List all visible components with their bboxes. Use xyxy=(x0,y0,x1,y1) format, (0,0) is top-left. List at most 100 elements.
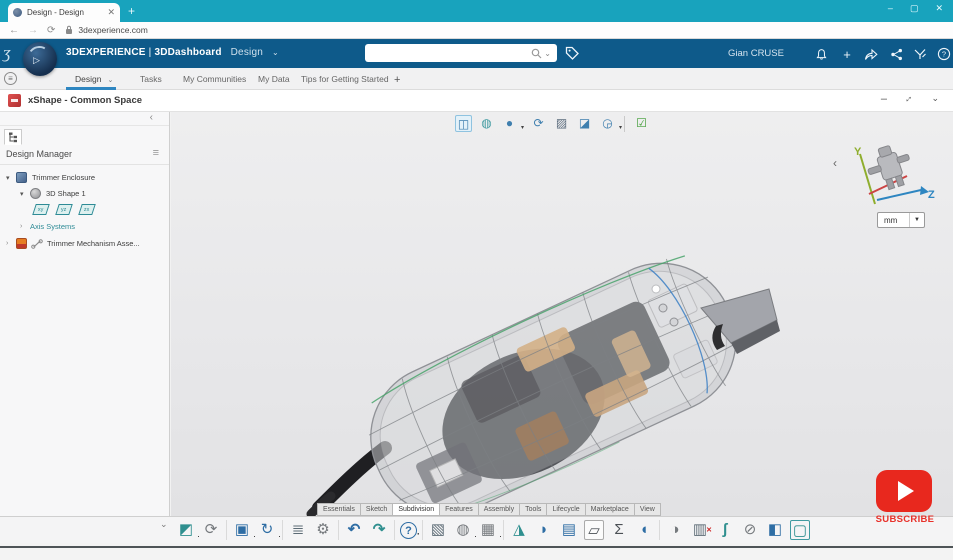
back-icon[interactable]: ← xyxy=(9,25,19,36)
tab-features[interactable]: Features xyxy=(440,503,479,516)
widget-expand-icon[interactable]: ↔ xyxy=(901,91,916,106)
forward-icon[interactable]: → xyxy=(28,25,38,36)
app-title-bar: xShape - Common Space – ↔ ⌄ xyxy=(0,90,953,112)
3dplay-icon[interactable] xyxy=(911,45,929,63)
tab-my-communities[interactable]: My Communities xyxy=(183,74,246,84)
dassault-logo: ʒ xyxy=(3,43,11,62)
update-icon[interactable]: ↻ · xyxy=(257,520,281,541)
browser-tab[interactable]: Design - Design ✕ xyxy=(8,3,120,22)
user-name[interactable]: Gian CRUSE xyxy=(728,48,784,59)
redo-icon[interactable]: ↷ xyxy=(369,520,389,540)
expander-icon[interactable]: › xyxy=(20,223,30,230)
blade-cut-icon[interactable]: ʃ xyxy=(715,520,735,540)
tab-lifecycle[interactable]: Lifecycle xyxy=(547,503,586,516)
global-search-input[interactable] xyxy=(365,48,532,58)
sphere-cage-icon[interactable]: ◍ · xyxy=(453,520,477,541)
extrude-icon[interactable]: Σ xyxy=(609,520,629,540)
tab-sketch[interactable]: Sketch xyxy=(360,503,394,516)
help-icon[interactable]: ? · xyxy=(400,522,420,539)
widget-minimize-icon[interactable]: – xyxy=(881,93,887,105)
expander-icon[interactable]: ▾ xyxy=(20,190,30,198)
bend-surface-icon[interactable]: ◖ xyxy=(634,520,654,540)
cage-frame-icon[interactable]: ▢ xyxy=(790,520,810,540)
shape-blob-icon xyxy=(30,188,41,199)
design-manager-panel: ‹ Design Manager ≡ ▾ Trimmer Enclosure ▾… xyxy=(0,112,170,516)
apps-menu-icon[interactable]: ≡ xyxy=(4,72,17,85)
tab-subdivision[interactable]: Subdivision xyxy=(393,503,441,516)
tree-item-trimmer-enclosure[interactable]: ▾ Trimmer Enclosure xyxy=(6,172,95,183)
tab-my-data[interactable]: My Data xyxy=(258,74,290,84)
widget-menu-caret-icon[interactable]: ⌄ xyxy=(931,93,939,104)
trimmer-model[interactable] xyxy=(171,112,953,516)
undo-icon[interactable]: ↶ xyxy=(344,520,364,540)
window-maximize-button[interactable]: ▢ xyxy=(910,3,919,14)
tree-item-3d-shape[interactable]: ▾ 3D Shape 1 xyxy=(20,188,86,199)
3dcompass[interactable]: ▷ xyxy=(23,42,57,76)
compass-play-icon[interactable]: ▷ xyxy=(33,55,40,66)
save-icon[interactable]: ▣ · xyxy=(232,520,256,541)
add-tab-button[interactable]: + xyxy=(394,74,400,86)
tab-view[interactable]: View xyxy=(634,503,661,516)
tab-design-caret-icon[interactable]: ⌄ xyxy=(107,77,113,84)
properties-icon[interactable]: ≣ xyxy=(288,520,308,540)
sphere-tool-icon[interactable]: ◑ xyxy=(665,520,685,540)
tags-icon[interactable] xyxy=(565,46,580,61)
open-content-icon[interactable]: ⟳ xyxy=(201,520,221,540)
tab-essentials[interactable]: Essentials xyxy=(317,503,361,516)
expander-icon[interactable]: ▾ xyxy=(6,174,16,182)
new-tab-button[interactable]: + xyxy=(128,4,135,18)
plane-yz-icon[interactable]: yz xyxy=(55,204,73,215)
share-arrow-icon[interactable] xyxy=(862,45,880,63)
brand-3dexperience: 3DEXPERIENCE xyxy=(66,47,146,58)
plane-xy-icon[interactable]: xy xyxy=(32,204,50,215)
settings-gear-icon[interactable]: ⚙ xyxy=(313,520,333,540)
plane-zx-icon[interactable]: zx xyxy=(78,204,96,215)
search-icon[interactable] xyxy=(531,48,542,59)
tab-tasks[interactable]: Tasks xyxy=(140,74,162,84)
window-minimize-button[interactable]: – xyxy=(888,3,893,14)
patch-grid-icon[interactable]: ▤ xyxy=(559,520,579,540)
expander-icon[interactable]: › xyxy=(6,240,16,247)
tab-tips-getting-started[interactable]: Tips for Getting Started xyxy=(301,74,389,84)
tree-item-axis-systems[interactable]: › Axis Systems xyxy=(20,222,75,231)
product-cube-icon xyxy=(16,172,27,183)
design-manager-title: Design Manager xyxy=(6,149,73,159)
share-network-icon[interactable] xyxy=(887,45,905,63)
url-text[interactable]: 3dexperience.com xyxy=(78,25,147,35)
grid-plane-icon[interactable]: ▦ · xyxy=(478,520,502,541)
app-title: xShape - Common Space xyxy=(28,95,143,106)
design-manager-menu-icon[interactable]: ≡ xyxy=(153,147,159,159)
favicon xyxy=(13,8,22,17)
add-icon[interactable]: + xyxy=(838,45,856,63)
delete-face-icon[interactable]: ▥ ✕ xyxy=(690,520,712,540)
curved-surface-icon[interactable]: ◗ xyxy=(534,520,554,540)
new-content-icon[interactable]: ◩ · xyxy=(176,520,200,541)
split-face-icon[interactable]: ◧ xyxy=(765,520,785,540)
youtube-play-button[interactable] xyxy=(876,470,932,512)
window-close-button[interactable]: ✕ xyxy=(935,3,943,14)
context-caret-icon[interactable]: ⌄ xyxy=(272,48,279,57)
reload-icon[interactable]: ⟳ xyxy=(47,25,55,36)
subdivision-box-icon[interactable]: ▧ xyxy=(428,520,448,540)
link-icon xyxy=(31,238,43,249)
pyramid-primitive-icon[interactable]: ◮ xyxy=(509,520,529,540)
notification-bell-icon[interactable] xyxy=(812,45,830,63)
tab-assembly[interactable]: Assembly xyxy=(478,503,521,516)
tab-design[interactable]: Design ⌄ xyxy=(75,74,113,84)
search-caret-icon[interactable]: ⌄ xyxy=(544,49,551,58)
tree-tool-tab[interactable] xyxy=(4,129,22,145)
polygon-face-icon[interactable]: ▱ xyxy=(584,520,604,540)
subscribe-label[interactable]: SUBSCRIBE xyxy=(869,514,941,525)
3d-viewport[interactable]: ◫ ◍ ● ▾ ⟳ ▨ ◪ ◶ ▾ ☑ ‹ Y Z mm ▼ xyxy=(171,112,953,516)
panel-collapse-icon[interactable]: ‹ xyxy=(150,112,153,123)
close-tab-icon[interactable]: ✕ xyxy=(107,7,115,18)
trim-sphere-icon[interactable]: ⊘ xyxy=(740,520,760,540)
tab-tools[interactable]: Tools xyxy=(520,503,548,516)
toolbar-collapse-icon[interactable]: ⌄ xyxy=(160,519,168,530)
tree-item-trimmer-mechanism[interactable]: › Trimmer Mechanism Asse... xyxy=(6,238,140,249)
tab-marketplace[interactable]: Marketplace xyxy=(585,503,635,516)
screen: Design - Design ✕ + – ▢ ✕ ← → ⟳ 3dexperi… xyxy=(0,0,953,560)
help-icon[interactable]: ? xyxy=(935,45,953,63)
brand-3ddashboard[interactable]: 3DDashboard xyxy=(154,47,221,58)
dashboard-context[interactable]: Design xyxy=(231,47,263,58)
